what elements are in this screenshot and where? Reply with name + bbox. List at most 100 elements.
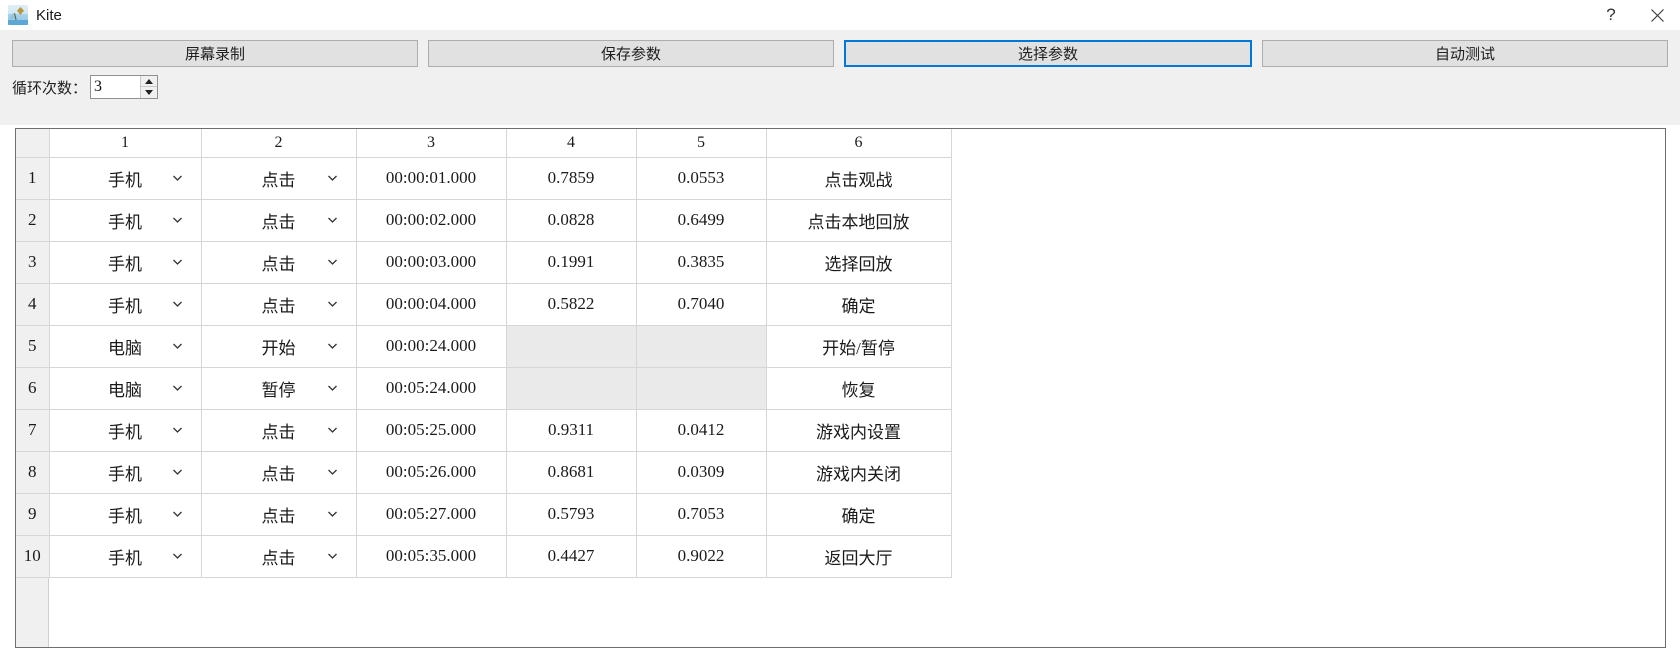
cell-description[interactable]: 点击本地回放 — [766, 199, 952, 242]
action-dropdown[interactable]: 点击 — [202, 158, 356, 199]
action-dropdown[interactable]: 点击 — [202, 536, 356, 577]
chevron-down-icon[interactable] — [327, 551, 338, 562]
cell-x-coord[interactable]: 0.4427 — [506, 535, 637, 578]
spinner-down-icon[interactable] — [141, 87, 158, 98]
column-header-6[interactable]: 6 — [766, 129, 952, 158]
cell-y-coord[interactable] — [636, 367, 767, 410]
action-dropdown[interactable]: 暂停 — [202, 368, 356, 409]
cell-description[interactable]: 选择回放 — [766, 241, 952, 284]
column-header-4[interactable]: 4 — [506, 129, 637, 158]
table-row[interactable]: 3 手机 点击 00:00:03.000 0.1991 0.3835 选择回放 — [16, 241, 952, 284]
chevron-down-icon[interactable] — [172, 425, 183, 436]
action-dropdown[interactable]: 点击 — [202, 242, 356, 283]
screen-record-button[interactable]: 屏幕录制 — [12, 40, 418, 67]
chevron-down-icon[interactable] — [172, 215, 183, 226]
cell-device[interactable]: 手机 — [49, 283, 202, 326]
cell-device[interactable]: 电脑 — [49, 325, 202, 368]
chevron-down-icon[interactable] — [172, 467, 183, 478]
table-row[interactable]: 8 手机 点击 00:05:26.000 0.8681 0.0309 游戏内关闭 — [16, 451, 952, 494]
cell-device[interactable]: 手机 — [49, 199, 202, 242]
cell-x-coord[interactable]: 0.9311 — [506, 409, 637, 452]
row-number-header[interactable]: 8 — [16, 451, 50, 494]
cell-description[interactable]: 点击观战 — [766, 157, 952, 200]
cell-device[interactable]: 手机 — [49, 157, 202, 200]
cell-device[interactable]: 手机 — [49, 241, 202, 284]
cell-timestamp[interactable]: 00:05:35.000 — [356, 535, 507, 578]
cell-description[interactable]: 确定 — [766, 283, 952, 326]
device-dropdown[interactable]: 手机 — [50, 242, 201, 283]
cell-device[interactable]: 电脑 — [49, 367, 202, 410]
row-number-header[interactable]: 5 — [16, 325, 50, 368]
cell-description[interactable]: 开始/暂停 — [766, 325, 952, 368]
save-params-button[interactable]: 保存参数 — [428, 40, 834, 67]
device-dropdown[interactable]: 电脑 — [50, 368, 201, 409]
cell-x-coord[interactable]: 0.1991 — [506, 241, 637, 284]
chevron-down-icon[interactable] — [327, 299, 338, 310]
cell-action[interactable]: 点击 — [201, 535, 357, 578]
device-dropdown[interactable]: 手机 — [50, 200, 201, 241]
device-dropdown[interactable]: 手机 — [50, 158, 201, 199]
action-dropdown[interactable]: 开始 — [202, 326, 356, 367]
row-number-header[interactable]: 2 — [16, 199, 50, 242]
chevron-down-icon[interactable] — [327, 257, 338, 268]
parameter-table[interactable]: 1 2 3 4 5 6 1 手机 点击 00:00:01.000 0.7859 0.055… — [16, 129, 952, 578]
device-dropdown[interactable]: 手机 — [50, 284, 201, 325]
cell-y-coord[interactable]: 0.0309 — [636, 451, 767, 494]
action-dropdown[interactable]: 点击 — [202, 200, 356, 241]
cell-timestamp[interactable]: 00:05:26.000 — [356, 451, 507, 494]
cell-x-coord[interactable] — [506, 367, 637, 410]
cell-y-coord[interactable]: 0.9022 — [636, 535, 767, 578]
action-dropdown[interactable]: 点击 — [202, 284, 356, 325]
cell-x-coord[interactable]: 0.7859 — [506, 157, 637, 200]
column-header-2[interactable]: 2 — [201, 129, 357, 158]
chevron-down-icon[interactable] — [172, 509, 183, 520]
cell-y-coord[interactable]: 0.0553 — [636, 157, 767, 200]
close-icon[interactable] — [1634, 0, 1680, 30]
cell-y-coord[interactable]: 0.7040 — [636, 283, 767, 326]
row-number-header[interactable]: 1 — [16, 157, 50, 200]
chevron-down-icon[interactable] — [172, 299, 183, 310]
cell-x-coord[interactable]: 0.8681 — [506, 451, 637, 494]
chevron-down-icon[interactable] — [327, 383, 338, 394]
chevron-down-icon[interactable] — [172, 257, 183, 268]
table-row[interactable]: 10 手机 点击 00:05:35.000 0.4427 0.9022 返回大厅 — [16, 535, 952, 578]
action-dropdown[interactable]: 点击 — [202, 494, 356, 535]
loop-count-stepper[interactable] — [90, 75, 159, 99]
chevron-down-icon[interactable] — [327, 215, 338, 226]
cell-timestamp[interactable]: 00:00:03.000 — [356, 241, 507, 284]
column-header-5[interactable]: 5 — [636, 129, 767, 158]
cell-device[interactable]: 手机 — [49, 535, 202, 578]
auto-test-button[interactable]: 自动测试 — [1262, 40, 1668, 67]
cell-y-coord[interactable]: 0.3835 — [636, 241, 767, 284]
cell-timestamp[interactable]: 00:05:25.000 — [356, 409, 507, 452]
select-params-button[interactable]: 选择参数 — [844, 40, 1252, 67]
cell-x-coord[interactable] — [506, 325, 637, 368]
spinner-up-icon[interactable] — [141, 76, 158, 87]
column-header-3[interactable]: 3 — [356, 129, 507, 158]
row-number-header[interactable]: 10 — [16, 535, 50, 578]
cell-action[interactable]: 开始 — [201, 325, 357, 368]
row-number-header[interactable]: 7 — [16, 409, 50, 452]
chevron-down-icon[interactable] — [172, 173, 183, 184]
cell-timestamp[interactable]: 00:05:27.000 — [356, 493, 507, 536]
chevron-down-icon[interactable] — [172, 341, 183, 352]
cell-timestamp[interactable]: 00:05:24.000 — [356, 367, 507, 410]
chevron-down-icon[interactable] — [327, 341, 338, 352]
cell-description[interactable]: 游戏内关闭 — [766, 451, 952, 494]
cell-timestamp[interactable]: 00:00:01.000 — [356, 157, 507, 200]
cell-y-coord[interactable] — [636, 325, 767, 368]
cell-y-coord[interactable]: 0.0412 — [636, 409, 767, 452]
cell-description[interactable]: 确定 — [766, 493, 952, 536]
cell-x-coord[interactable]: 0.5793 — [506, 493, 637, 536]
cell-x-coord[interactable]: 0.5822 — [506, 283, 637, 326]
column-header-1[interactable]: 1 — [49, 129, 202, 158]
device-dropdown[interactable]: 电脑 — [50, 326, 201, 367]
cell-timestamp[interactable]: 00:00:02.000 — [356, 199, 507, 242]
table-row[interactable]: 2 手机 点击 00:00:02.000 0.0828 0.6499 点击本地回放 — [16, 199, 952, 242]
cell-action[interactable]: 点击 — [201, 199, 357, 242]
cell-action[interactable]: 点击 — [201, 241, 357, 284]
cell-description[interactable]: 返回大厅 — [766, 535, 952, 578]
cell-description[interactable]: 游戏内设置 — [766, 409, 952, 452]
help-icon[interactable]: ? — [1588, 0, 1634, 30]
cell-action[interactable]: 点击 — [201, 157, 357, 200]
